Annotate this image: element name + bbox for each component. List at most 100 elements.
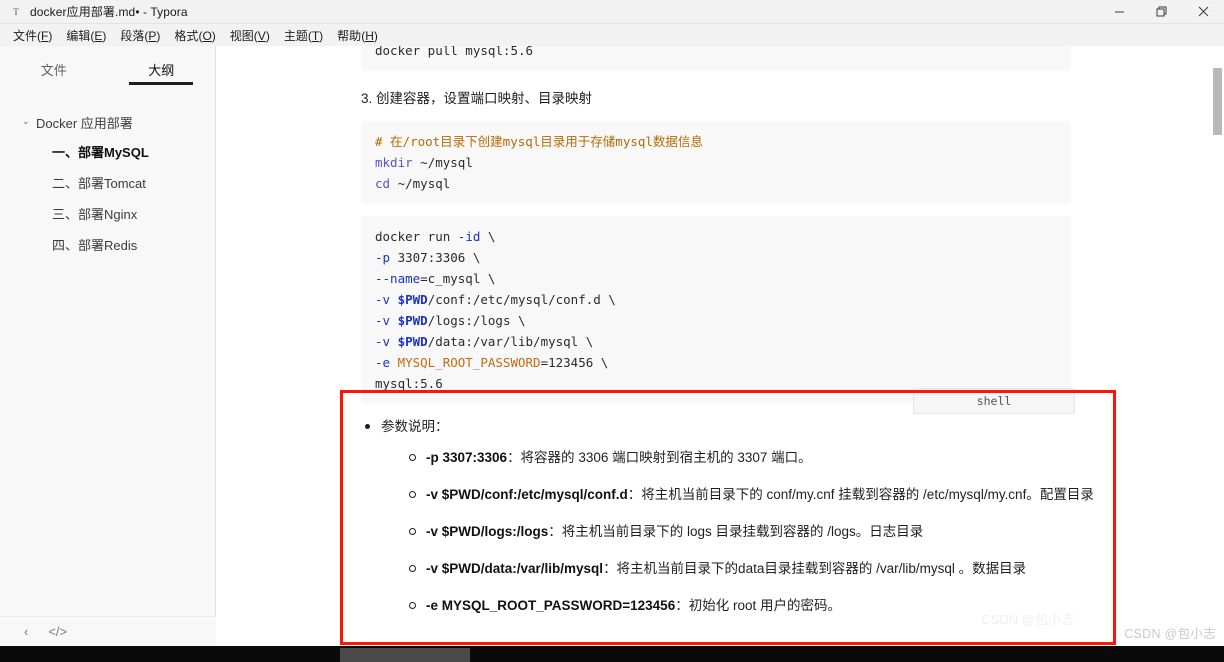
taskbar-active-window[interactable] xyxy=(340,648,470,662)
list-item: -e MYSQL_ROOT_PASSWORD=123456：初始化 root 用… xyxy=(406,594,1201,617)
menu-paragraph-label: 段落 xyxy=(120,28,145,43)
outline-root-label: Docker 应用部署 xyxy=(36,116,133,131)
menu-file-mnemonic: F xyxy=(41,28,49,43)
csdn-watermark: CSDN @包小志 xyxy=(1124,627,1216,641)
menu-format-label: 格式 xyxy=(174,28,199,43)
window-controls xyxy=(1098,0,1224,24)
code-name-value: =c_mysql \ xyxy=(420,271,496,286)
outline-item-redis[interactable]: 四、部署Redis xyxy=(0,229,215,260)
close-icon xyxy=(1198,6,1208,17)
param-desc-v-logs: ：将主机当前目录下的 logs 目录挂载到容器的 /logs。日志目录 xyxy=(548,524,924,539)
code-env-value: =123456 \ xyxy=(540,355,609,370)
param-desc-p: ：将容器的 3306 端口映射到宿主机的 3307 端口。 xyxy=(507,450,812,465)
params-sublist: -p 3307:3306：将容器的 3306 端口映射到宿主机的 3307 端口… xyxy=(381,446,1201,617)
code-path-conf: /conf:/etc/mysql/conf.d \ xyxy=(427,292,616,307)
menu-theme-mnemonic: T xyxy=(311,28,320,43)
menu-help-label: 帮助 xyxy=(337,28,362,43)
minimize-icon xyxy=(1114,11,1124,13)
code-flag-v-conf: -v xyxy=(375,292,398,307)
tab-outline[interactable]: 大纲 xyxy=(129,56,194,87)
code-block-mkdir[interactable]: # 在/root目录下创建mysql目录用于存储mysql数据信息 mkdir … xyxy=(361,121,1071,204)
code-var-pwd-data: $PWD xyxy=(397,334,428,349)
outline-item-tomcat[interactable]: 二、部署Tomcat xyxy=(0,167,215,198)
params-list: 参数说明： -p 3307:3306：将容器的 3306 端口映射到宿主机的 3… xyxy=(361,416,1201,617)
code-args-cd: ~/mysql xyxy=(390,176,451,191)
menu-help[interactable]: 帮助(H) xyxy=(330,25,385,46)
code-keyword-mkdir: mkdir xyxy=(375,155,413,170)
close-button[interactable] xyxy=(1182,0,1224,24)
outline-item-nginx[interactable]: 三、部署Nginx xyxy=(0,198,215,229)
source-code-mode-icon[interactable]: </> xyxy=(48,625,67,638)
maximize-button[interactable] xyxy=(1140,0,1182,24)
menu-format[interactable]: 格式(O) xyxy=(167,25,222,46)
code-comment: # 在/root目录下创建mysql目录用于存储mysql数据信息 xyxy=(375,134,703,149)
code-args-mkdir: ~/mysql xyxy=(412,155,473,170)
param-code-v-logs: -v $PWD/logs:/logs xyxy=(426,524,549,539)
menu-view-label: 视图 xyxy=(229,28,254,43)
menu-paragraph-mnemonic: P xyxy=(148,28,157,43)
sidebar: 文件 大纲 ⌄ Docker 应用部署 一、部署MySQL 二、部署Tomcat… xyxy=(0,46,216,646)
editor-pane[interactable]: docker pull mysql:5.6 3. 创建容器，设置端口映射、目录映… xyxy=(216,46,1224,646)
restore-icon xyxy=(1156,6,1166,17)
menu-format-mnemonic: O xyxy=(202,28,212,43)
param-code-v-data: -v $PWD/data:/var/lib/mysql xyxy=(426,561,604,576)
window-title: docker应用部署.md• - Typora xyxy=(30,5,188,19)
code-keyword-cd: cd xyxy=(375,176,391,191)
menu-paragraph[interactable]: 段落(P) xyxy=(113,25,167,46)
param-desc-v-data: ：将主机当前目录下的data目录挂载到容器的 /var/lib/mysql 。数… xyxy=(603,561,1027,576)
code-flag-p: -p xyxy=(375,250,391,265)
code-flag-e: -e xyxy=(375,355,398,370)
code-flag-v-data: -v xyxy=(375,334,398,349)
param-code-v-conf: -v $PWD/conf:/etc/mysql/conf.d xyxy=(426,487,628,502)
workspace: 文件 大纲 ⌄ Docker 应用部署 一、部署MySQL 二、部署Tomcat… xyxy=(0,46,1224,646)
chevron-down-icon[interactable]: ⌄ xyxy=(22,116,34,127)
code-var-pwd-conf: $PWD xyxy=(397,292,428,307)
param-code-e: -e MYSQL_ROOT_PASSWORD=123456 xyxy=(426,598,676,613)
code-language-indicator[interactable]: shell xyxy=(913,388,1075,414)
list-item: -v $PWD/logs:/logs：将主机当前目录下的 logs 目录挂载到容… xyxy=(406,520,1201,543)
menu-theme[interactable]: 主题(T) xyxy=(277,25,330,46)
param-code-p: -p 3307:3306 xyxy=(426,450,508,465)
typora-window: T docker应用部署.md• - Typora 文件(F) 编辑(E) 段落… xyxy=(0,0,1224,662)
param-desc-e: ：初始化 root 用户的密码。 xyxy=(675,598,841,613)
menu-theme-label: 主题 xyxy=(283,28,308,43)
vertical-scrollbar[interactable] xyxy=(1210,46,1224,646)
menu-edit-label: 编辑 xyxy=(66,28,91,43)
scrollbar-thumb[interactable] xyxy=(1213,68,1222,135)
params-heading: 参数说明： -p 3307:3306：将容器的 3306 端口映射到宿主机的 3… xyxy=(361,416,1201,617)
code-docker-run: docker run xyxy=(375,229,458,244)
menu-file[interactable]: 文件(F) xyxy=(6,25,59,46)
menu-edit-mnemonic: E xyxy=(94,28,103,43)
markdown-document[interactable]: docker pull mysql:5.6 3. 创建容器，设置端口映射、目录映… xyxy=(216,46,1201,631)
params-heading-label: 参数说明： xyxy=(381,419,449,434)
sidebar-footer: ‹ </> xyxy=(0,616,216,646)
menu-edit[interactable]: 编辑(E) xyxy=(59,25,113,46)
list-item: -p 3307:3306：将容器的 3306 端口映射到宿主机的 3307 端口… xyxy=(406,446,1201,469)
code-cont-1: \ xyxy=(480,229,496,244)
code-path-logs: /logs:/logs \ xyxy=(427,313,526,328)
code-block-docker-pull[interactable]: docker pull mysql:5.6 xyxy=(361,46,1071,71)
menu-view[interactable]: 视图(V) xyxy=(223,25,277,46)
minimize-button[interactable] xyxy=(1098,0,1140,24)
code-block-docker-run[interactable]: docker run -id \ -p 3307:3306 \ --name=c… xyxy=(361,216,1071,404)
code-line: docker pull mysql:5.6 xyxy=(375,46,534,58)
code-path-data: /data:/var/lib/mysql \ xyxy=(427,334,594,349)
outline-item-mysql[interactable]: 一、部署MySQL xyxy=(0,136,215,167)
code-flag-name: --name xyxy=(375,271,421,286)
app-icon: T xyxy=(13,6,19,17)
os-taskbar xyxy=(0,646,1224,662)
outline-tree: ⌄ Docker 应用部署 一、部署MySQL 二、部署Tomcat 三、部署N… xyxy=(0,87,215,260)
menu-file-label: 文件 xyxy=(13,28,38,43)
collapse-sidebar-icon[interactable]: ‹ xyxy=(24,625,28,638)
ghost-watermark: CSDN @包小志 xyxy=(981,612,1074,627)
code-env-mysql-root-password: MYSQL_ROOT_PASSWORD xyxy=(397,355,541,370)
code-flag-id: -id xyxy=(457,229,481,244)
code-flag-v-logs: -v xyxy=(375,313,398,328)
menu-view-mnemonic: V xyxy=(257,28,266,43)
list-item: -v $PWD/conf:/etc/mysql/conf.d：将主机当前目录下的… xyxy=(406,483,1201,506)
menu-help-mnemonic: H xyxy=(365,28,374,43)
menu-bar: 文件(F) 编辑(E) 段落(P) 格式(O) 视图(V) 主题(T) 帮助(H… xyxy=(0,24,1224,46)
outline-root-node[interactable]: ⌄ Docker 应用部署 xyxy=(0,109,215,136)
sidebar-tabs: 文件 大纲 xyxy=(0,46,215,87)
tab-files[interactable]: 文件 xyxy=(28,56,80,87)
